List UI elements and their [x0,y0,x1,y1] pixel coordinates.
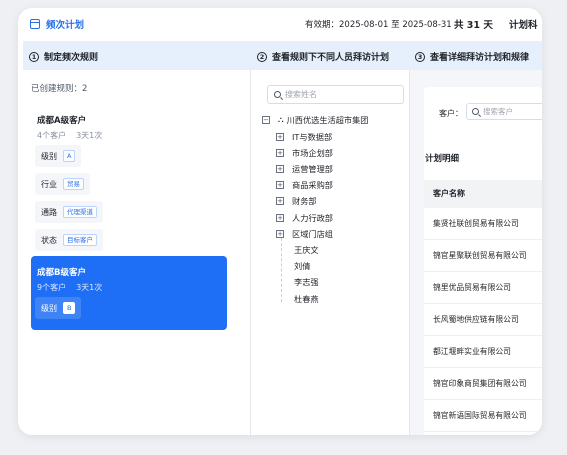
tree-dept[interactable]: + 商品采购部 [276,179,333,191]
rule-condition: 通路 代理渠道 [35,201,103,223]
table-row[interactable]: 都江堰畔实业有限公司 [424,336,542,368]
expand-icon[interactable]: + [276,230,284,238]
table-row[interactable]: 锦官星聚联创贸易有限公司 [424,240,542,272]
tree-root[interactable]: − ⛬ 川西优选生活超市集团 [262,114,369,126]
org-tree-panel: 搜索姓名 − ⛬ 川西优选生活超市集团 + IT与数据部 + 市场企划部 + 运营管理… [251,70,409,435]
customer-search-input[interactable]: 搜索客户 [466,103,542,120]
rule-meta: 9个客户 3天1次 [37,283,103,292]
collapse-icon[interactable]: − [262,116,270,124]
table-row[interactable]: 集贤社联创贸易有限公司 [424,208,542,240]
search-icon [472,108,479,115]
column-header-customer: 客户名称 [424,180,542,208]
step-2-number: 2 [257,51,267,62]
tree-dept[interactable]: + 人力行政部 [276,212,333,224]
org-chart-icon: ⛬ [278,115,284,124]
tree-dept[interactable]: + 运营管理部 [276,163,333,175]
plan-tab[interactable]: 计划科 [509,17,538,31]
rule-card-b[interactable]: 成都B级客户 9个客户 3天1次 级别 B [31,256,227,330]
step-1-label: 制定频次规则 [44,53,99,63]
rule-meta: 4个客户 3天1次 [37,131,103,140]
rules-panel: 已创建规则：2 成都A级客户 4个客户 3天1次 级别 A 行业 贸易 通路 代理渠道 … [23,70,233,435]
rule-condition: 级别 A [35,145,82,167]
condition-tag: A [63,150,76,162]
rule-name: 成都B级客户 [37,268,86,278]
tree-person[interactable]: 刘倩 [294,260,310,272]
condition-tag: 贸易 [63,178,84,190]
rule-condition: 级别 B [35,297,82,319]
tree-person[interactable]: 李志强 [294,276,319,288]
tree-dept[interactable]: + 市场企划部 [276,147,333,159]
step-1-number: 1 [29,51,39,62]
top-bar: 频次计划 有效期：2025-08-01 至 2025-08-31 共 31 天 … [18,8,542,40]
rule-condition: 状态 目标客户 [35,229,103,251]
search-icon [274,91,281,98]
name-search-input[interactable]: 搜索姓名 [267,85,404,104]
expand-icon[interactable]: + [276,181,284,189]
calendar-icon [30,19,40,29]
validity-range: 2025-08-01 至 2025-08-31 [339,20,452,30]
tree-person[interactable]: 杜春燕 [294,293,319,305]
table-row[interactable]: 长风蜀地供应链有限公司 [424,304,542,336]
step-2-label: 查看规则下不同人员拜访计划 [272,53,390,63]
created-rules-count: 已创建规则：2 [31,84,88,94]
tree-dept[interactable]: + 区域门店组 [276,228,333,240]
step-3[interactable]: 3 查看详细拜访计划和规律 [415,50,529,63]
customer-filter-box: 客户： 搜索客户 [424,87,542,139]
expand-icon[interactable]: + [276,165,284,173]
rule-card-a[interactable]: 成都A级客户 4个客户 3天1次 级别 A 行业 贸易 通路 代理渠道 状态 目标客户 [31,104,227,251]
step-3-label: 查看详细拜访计划和规律 [430,53,530,63]
table-row[interactable]: 锦里优品贸易有限公司 [424,272,542,304]
plan-detail-table: 计划明细 客户名称 集贤社联创贸易有限公司 锦官星聚联创贸易有限公司 锦里优品贸… [424,138,542,435]
table-row[interactable]: 锦官印象商贸集团有限公司 [424,368,542,400]
condition-tag: 代理渠道 [63,206,97,218]
condition-tag: B [63,302,76,314]
page-title-text: 频次计划 [46,20,85,31]
expand-icon[interactable]: + [276,197,284,205]
tree-person[interactable]: 王庆文 [294,244,319,256]
tree-connector [281,238,282,302]
rule-name: 成都A级客户 [37,116,87,126]
page-title: 频次计划 [30,17,84,31]
tree-dept[interactable]: + IT与数据部 [276,131,332,143]
step-bar: 1 制定频次规则 2 查看规则下不同人员拜访计划 3 查看详细拜访计划和规律 [23,41,542,70]
section-title: 计划明细 [425,154,460,164]
expand-icon[interactable]: + [276,214,284,222]
condition-tag: 目标客户 [63,234,97,246]
step-3-number: 3 [415,51,425,62]
total-days: 共 31 天 [454,20,493,31]
table-row[interactable]: 锦官新语国际贸易有限公司 [424,400,542,432]
step-2[interactable]: 2 查看规则下不同人员拜访计划 [257,50,389,63]
frequency-plan-card: 频次计划 有效期：2025-08-01 至 2025-08-31 共 31 天 … [18,8,542,435]
step-1[interactable]: 1 制定频次规则 [29,50,98,63]
rule-condition: 行业 贸易 [35,173,90,195]
validity-period: 有效期：2025-08-01 至 2025-08-31 [305,20,452,30]
tree-dept[interactable]: + 财务部 [276,195,317,207]
expand-icon[interactable]: + [276,133,284,141]
plan-detail-panel: 客户： 搜索客户 计划明细 客户名称 集贤社联创贸易有限公司 锦官星聚联创贸易有… [410,70,542,435]
expand-icon[interactable]: + [276,149,284,157]
customer-filter-label: 客户： [439,109,463,118]
